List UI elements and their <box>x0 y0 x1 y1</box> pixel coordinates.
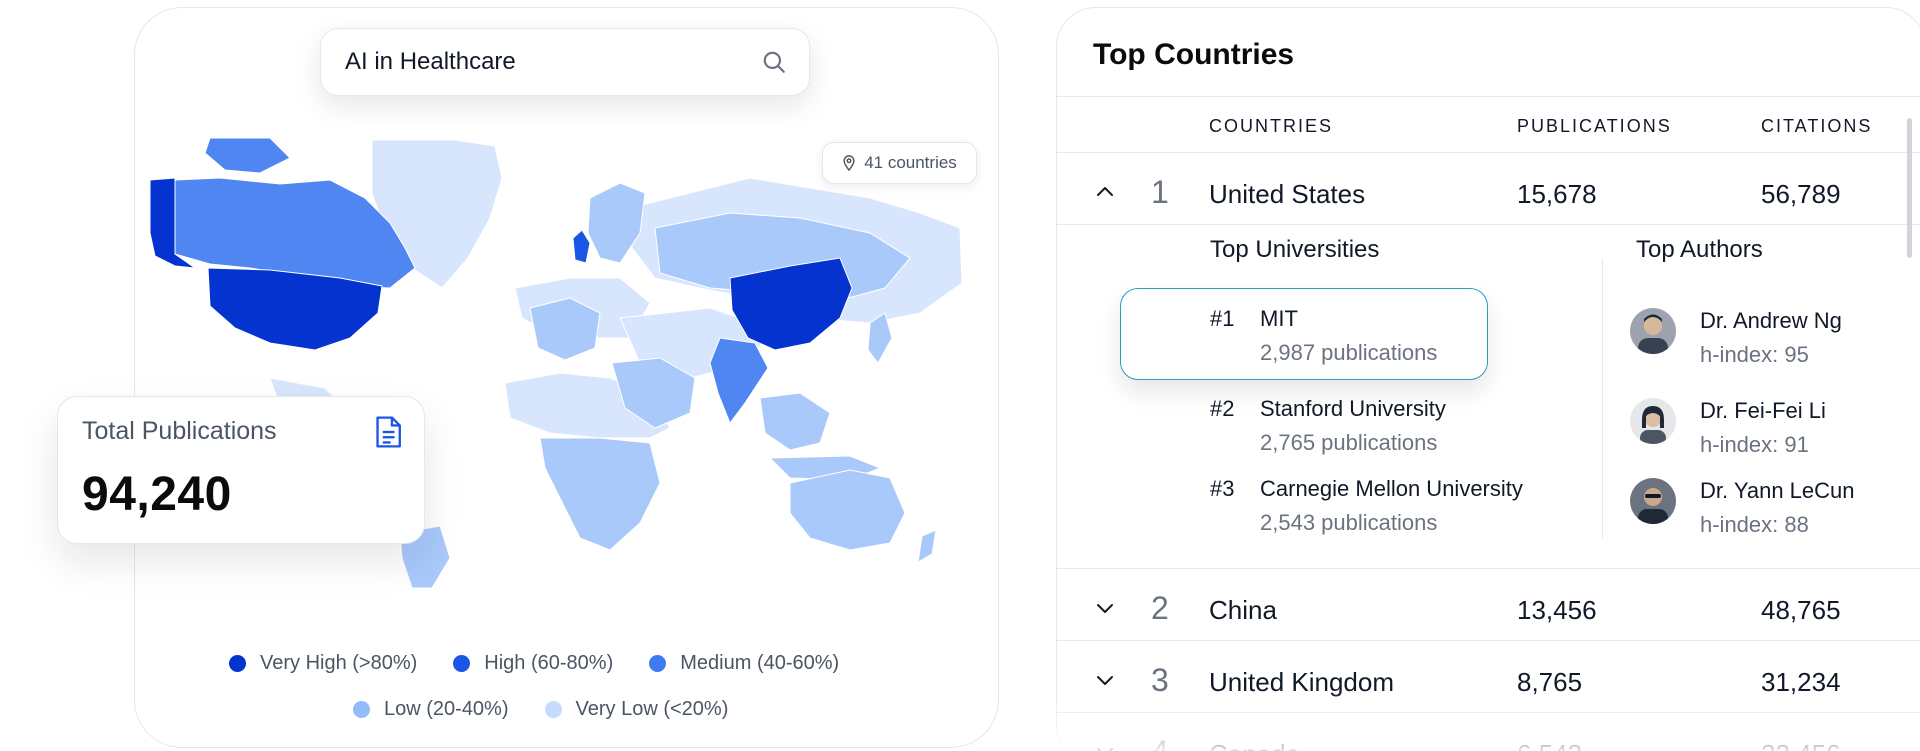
total-publications-label: Total Publications <box>82 417 277 445</box>
author-hindex: h-index: 95 <box>1700 342 1809 367</box>
legend-dot <box>453 655 471 672</box>
africa-central-south[interactable] <box>539 437 661 551</box>
university-name: Carnegie Mellon University <box>1260 476 1523 501</box>
chevron-down-icon[interactable] <box>1093 740 1117 751</box>
row-rank: 3 <box>1151 662 1169 698</box>
row-citations: 31,234 <box>1761 667 1841 697</box>
legend-dot <box>229 655 246 672</box>
legend-very-low: Very Low (<20%) <box>544 698 729 721</box>
legend-label: Very High (>80%) <box>260 652 418 674</box>
divider <box>1057 640 1920 641</box>
row-rank: 1 <box>1151 174 1169 210</box>
country-row-united-states[interactable]: 1 United States 15,678 56,789 <box>1057 158 1920 228</box>
avatar <box>1630 398 1676 444</box>
university-item-3[interactable]: #3 Carnegie Mellon University 2,543 publ… <box>1210 470 1590 540</box>
west-europe[interactable] <box>529 297 601 361</box>
legend-dot <box>353 701 370 718</box>
row-citations: 23,456 <box>1761 739 1841 751</box>
author-item-3[interactable]: Dr. Yann LeCun h-index: 88 <box>1630 474 1910 544</box>
university-rank: #1 <box>1210 306 1235 331</box>
uk[interactable] <box>572 229 591 264</box>
australia[interactable] <box>789 469 906 551</box>
top-universities-title: Top Universities <box>1210 236 1380 263</box>
chevron-up-icon[interactable] <box>1093 180 1117 204</box>
university-name: MIT <box>1260 306 1298 331</box>
scrollbar[interactable] <box>1907 118 1912 258</box>
low-regions <box>399 182 937 588</box>
university-pubs: 2,543 publications <box>1260 510 1438 535</box>
row-country: United States <box>1209 179 1366 209</box>
column-header-countries[interactable]: COUNTRIES <box>1209 116 1333 137</box>
divider <box>1057 152 1920 153</box>
divider <box>1057 568 1920 569</box>
search-icon[interactable] <box>761 49 787 75</box>
legend-row-2: Low (20-40%) Very Low (<20%) <box>353 698 728 721</box>
author-name: Dr. Fei-Fei Li <box>1700 398 1826 423</box>
university-item-2[interactable]: #2 Stanford University 2,765 publication… <box>1210 390 1590 460</box>
row-citations: 56,789 <box>1761 179 1841 209</box>
legend-high: High (60-80%) <box>453 652 613 675</box>
search-input[interactable]: AI in Healthcare <box>320 28 810 96</box>
search-query: AI in Healthcare <box>345 48 516 75</box>
author-hindex: h-index: 91 <box>1700 432 1809 457</box>
legend-very-high: Very High (>80%) <box>229 652 417 675</box>
top-countries-title: Top Countries <box>1093 38 1295 71</box>
country-row-united-kingdom[interactable]: 3 United Kingdom 8,765 31,234 <box>1057 646 1920 716</box>
top-authors-title: Top Authors <box>1636 236 1763 263</box>
legend-label: High (60-80%) <box>484 652 614 674</box>
author-hindex: h-index: 88 <box>1700 512 1809 537</box>
high-regions <box>572 229 591 264</box>
row-publications: 6,543 <box>1517 739 1582 751</box>
divider <box>1057 224 1920 225</box>
university-rank: #3 <box>1210 476 1235 501</box>
country-row-canada[interactable]: 4 Canada 6,543 23,456 <box>1057 718 1920 751</box>
university-name: Stanford University <box>1260 396 1446 421</box>
avatar <box>1630 478 1676 524</box>
row-publications: 13,456 <box>1517 595 1597 625</box>
author-item-1[interactable]: Dr. Andrew Ng h-index: 95 <box>1630 304 1910 374</box>
legend-label: Low (20-40%) <box>384 698 509 720</box>
column-header-citations[interactable]: CITATIONS <box>1761 116 1872 137</box>
legend-medium: Medium (40-60%) <box>649 652 839 675</box>
row-citations: 48,765 <box>1761 595 1841 625</box>
avatar <box>1630 308 1676 354</box>
india[interactable] <box>709 337 769 425</box>
legend-dot <box>544 701 562 718</box>
canadian-arctic[interactable] <box>204 138 291 174</box>
chevron-down-icon[interactable] <box>1093 668 1117 692</box>
university-item-1[interactable]: #1 MIT 2,987 publications <box>1210 300 1590 370</box>
row-country: United Kingdom <box>1209 667 1394 697</box>
legend-row-1: Very High (>80%) High (60-80%) Medium (4… <box>229 652 839 675</box>
university-pubs: 2,987 publications <box>1260 340 1438 365</box>
divider <box>1057 96 1920 97</box>
legend-label: Very Low (<20%) <box>575 698 729 720</box>
divider <box>1057 712 1920 713</box>
document-icon <box>376 416 401 448</box>
total-publications-card: Total Publications 94,240 <box>57 396 425 544</box>
countries-count-badge: 41 countries <box>822 142 977 184</box>
row-country: China <box>1209 595 1277 625</box>
details-divider <box>1602 258 1603 538</box>
author-name: Dr. Yann LeCun <box>1700 478 1855 503</box>
southeast-asia[interactable] <box>759 392 831 451</box>
column-header-publications[interactable]: PUBLICATIONS <box>1517 116 1672 137</box>
row-rank: 4 <box>1151 734 1169 751</box>
row-country: Canada <box>1209 739 1300 751</box>
countries-count-text: 41 countries <box>864 153 957 172</box>
row-rank: 2 <box>1151 590 1169 626</box>
university-rank: #2 <box>1210 396 1235 421</box>
university-pubs: 2,765 publications <box>1260 430 1438 455</box>
legend-low: Low (20-40%) <box>353 698 509 721</box>
legend-dot <box>649 655 667 672</box>
author-item-2[interactable]: Dr. Fei-Fei Li h-index: 91 <box>1630 394 1910 464</box>
row-publications: 15,678 <box>1517 179 1597 209</box>
location-pin-icon <box>843 155 855 171</box>
legend-label: Medium (40-60%) <box>680 652 840 674</box>
chevron-down-icon[interactable] <box>1093 596 1117 620</box>
new-zealand[interactable] <box>917 529 937 563</box>
row-publications: 8,765 <box>1517 667 1583 697</box>
country-row-china[interactable]: 2 China 13,456 48,765 <box>1057 574 1920 644</box>
total-publications-value: 94,240 <box>82 468 232 521</box>
author-name: Dr. Andrew Ng <box>1700 308 1842 333</box>
